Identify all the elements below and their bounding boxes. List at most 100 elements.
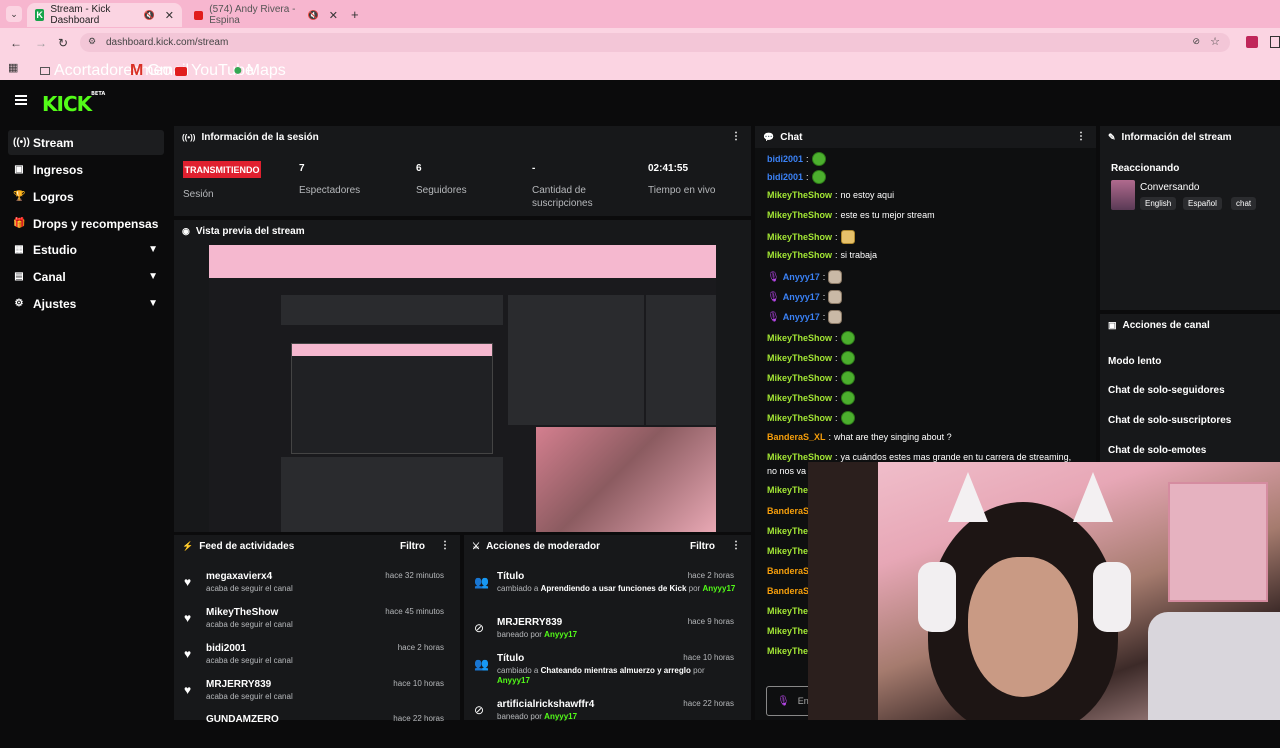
chat-username[interactable]: MikeyTheShow bbox=[767, 452, 832, 462]
chat-username[interactable]: MikeyTheShow bbox=[767, 333, 832, 343]
ban-icon: ⊘ bbox=[474, 621, 485, 635]
more-options-icon[interactable]: ⋮ bbox=[731, 540, 741, 551]
session-label: Sesión bbox=[183, 189, 214, 200]
subs-label: Cantidad de suscripciones bbox=[532, 185, 593, 209]
bolt-icon: ⚡ bbox=[182, 540, 194, 551]
panel-header: ▣ Acciones de canal bbox=[1108, 319, 1210, 331]
sidebar-item-ingresos[interactable]: ▣ Ingresos bbox=[8, 157, 164, 182]
chat-username[interactable]: MikeyThe bbox=[767, 646, 808, 656]
chat-username[interactable]: MikeyTheShow bbox=[767, 250, 832, 260]
sidebar-item-drops[interactable]: 🎁 Drops y recompensas bbox=[8, 211, 164, 236]
chat-username[interactable]: MikeyThe bbox=[767, 485, 808, 495]
chat-username[interactable]: Anyyy17 bbox=[783, 292, 820, 302]
site-info-icon[interactable]: ⚙ bbox=[88, 36, 96, 47]
tab-kick-dashboard[interactable]: K Stream - Kick Dashboard 🔇 ✕ bbox=[27, 3, 182, 27]
mod-action-item: ⊘ artificialrickshawffr4 hace 22 horas b… bbox=[474, 699, 734, 721]
mod-action-item: ⊘ MRJERRY839 hace 9 horas baneado por An… bbox=[474, 617, 734, 639]
chat-username[interactable]: Anyyy17 bbox=[783, 272, 820, 282]
slow-mode-toggle[interactable]: Modo lento bbox=[1108, 356, 1161, 367]
wallet-icon: ▣ bbox=[14, 164, 24, 175]
kick-logo[interactable]: KICKBETA bbox=[42, 91, 105, 116]
chat-username[interactable]: MikeyThe bbox=[767, 526, 808, 536]
more-options-icon[interactable]: ⋮ bbox=[731, 131, 741, 142]
chat-message: MikeyThe bbox=[767, 485, 808, 495]
youtube-icon bbox=[175, 66, 187, 76]
bookmark-maps[interactable]: ● Maps bbox=[233, 62, 286, 80]
channel-actions-panel: ▣ Acciones de canal Modo lento Chat de so… bbox=[1100, 314, 1280, 464]
hamburger-menu-icon[interactable] bbox=[15, 95, 27, 105]
more-options-icon[interactable]: ⋮ bbox=[440, 540, 450, 551]
mute-icon[interactable]: 🔇 bbox=[144, 10, 155, 21]
address-bar[interactable]: ⚙ dashboard.kick.com/stream ⊘ ☆ bbox=[80, 33, 1230, 52]
mod-filter-button[interactable]: Filtro bbox=[690, 541, 715, 552]
preview-webcam bbox=[536, 427, 716, 532]
chat-username[interactable]: MikeyTheShow bbox=[767, 232, 832, 242]
menu-icon[interactable] bbox=[1270, 36, 1280, 48]
emote-icon bbox=[840, 351, 855, 365]
subscribers-only-toggle[interactable]: Chat de solo-suscriptores bbox=[1108, 415, 1231, 426]
chat-message: MikeyTheShow: bbox=[767, 411, 855, 425]
chat-username[interactable]: MikeyTheShow bbox=[767, 373, 832, 383]
webcam-overlay bbox=[808, 462, 1280, 720]
heart-icon: ♥ bbox=[184, 647, 192, 661]
emote-icon bbox=[811, 170, 826, 184]
close-tab-icon[interactable]: ✕ bbox=[329, 9, 338, 22]
chat-username[interactable]: MikeyThe bbox=[767, 606, 808, 616]
chat-message: no nos va bbox=[767, 466, 806, 476]
chat-username[interactable]: BanderaS_XL bbox=[767, 432, 826, 442]
followers-only-toggle[interactable]: Chat de solo-seguidores bbox=[1108, 385, 1225, 396]
chat-message: MikeyThe bbox=[767, 606, 808, 616]
chat-username[interactable]: MikeyTheShow bbox=[767, 393, 832, 403]
mod-actions-panel: ⚔ Acciones de moderador Filtro ⋮ 👥 Título… bbox=[464, 535, 751, 721]
chat-bubble-icon: 💬 bbox=[763, 131, 775, 142]
panel-header: ✎ Información del stream bbox=[1108, 131, 1232, 143]
stream-title-value: Reaccionando bbox=[1111, 163, 1180, 174]
calendar-icon: ▤ bbox=[14, 271, 24, 282]
sidebar-item-logros[interactable]: 🏆 Logros bbox=[8, 184, 164, 209]
new-tab-button[interactable]: + bbox=[351, 7, 359, 22]
preview-info-block bbox=[646, 295, 716, 425]
feed-filter-button[interactable]: Filtro bbox=[400, 541, 425, 552]
chat-username[interactable]: MikeyTheShow bbox=[767, 210, 832, 220]
close-tab-icon[interactable]: ✕ bbox=[165, 9, 174, 22]
more-options-icon[interactable]: ⋮ bbox=[1076, 131, 1086, 142]
chat-username[interactable]: MikeyThe bbox=[767, 546, 808, 556]
chat-username[interactable]: MikeyTheShow bbox=[767, 413, 832, 423]
panel-header: ((•)) Información de la sesión bbox=[182, 131, 319, 143]
chat-username[interactable]: bidi2001 bbox=[767, 154, 803, 164]
camera-blocked-icon[interactable]: ⊘ bbox=[1192, 36, 1200, 47]
chat-text: ya cuándos estes mas grande en tu carrer… bbox=[840, 452, 1072, 462]
chat-text: si trabaja bbox=[840, 250, 878, 260]
microphone-icon: 🎙 bbox=[767, 271, 780, 283]
tab-youtube[interactable]: (574) Andy Rivera - Espina 🔇 ✕ bbox=[186, 3, 346, 27]
mute-icon[interactable]: 🔇 bbox=[308, 10, 319, 21]
sidebar-item-canal[interactable]: ▤ Canal ▼ bbox=[8, 264, 164, 289]
tab-search-button[interactable]: ⌄ bbox=[6, 6, 22, 22]
sidebar-item-stream[interactable]: ((•)) Stream bbox=[8, 130, 164, 155]
sidebar-item-estudio[interactable]: ▦ Estudio ▼ bbox=[8, 237, 164, 262]
stream-preview-video[interactable] bbox=[209, 245, 716, 532]
chat-username[interactable]: BanderaS bbox=[767, 566, 809, 576]
cat-ear-left bbox=[948, 472, 988, 522]
chat-username[interactable]: MikeyTheShow bbox=[767, 353, 832, 363]
maps-pin-icon: ● bbox=[233, 62, 243, 79]
chat-message: MikeyTheShow: si trabaja bbox=[767, 250, 878, 260]
sidebar-item-ajustes[interactable]: ⚙ Ajustes ▼ bbox=[8, 291, 164, 316]
chat-username[interactable]: BanderaS bbox=[767, 506, 809, 516]
chat-message: 🎙 Anyyy17: bbox=[767, 310, 843, 324]
kick-favicon-icon: K bbox=[35, 9, 45, 21]
chat-username[interactable]: bidi2001 bbox=[767, 172, 803, 182]
chat-username[interactable]: Anyyy17 bbox=[783, 312, 820, 322]
back-icon[interactable]: ← bbox=[10, 36, 22, 50]
preview-browser-chrome bbox=[209, 245, 716, 278]
chat-username[interactable]: MikeyTheShow bbox=[767, 190, 832, 200]
forward-icon[interactable]: → bbox=[35, 36, 47, 50]
feed-item: GUNDAMZERO hace 22 horas bbox=[206, 714, 444, 725]
emotes-only-toggle[interactable]: Chat de solo-emotes bbox=[1108, 445, 1206, 456]
chat-username[interactable]: BanderaS bbox=[767, 586, 809, 596]
extension-icon[interactable] bbox=[1246, 36, 1258, 48]
chat-username[interactable]: MikeyThe bbox=[767, 626, 808, 636]
bookmark-star-icon[interactable]: ☆ bbox=[1210, 35, 1220, 48]
reload-icon[interactable]: ↻ bbox=[58, 36, 68, 50]
apps-grid-icon[interactable]: ▦ bbox=[8, 61, 18, 74]
